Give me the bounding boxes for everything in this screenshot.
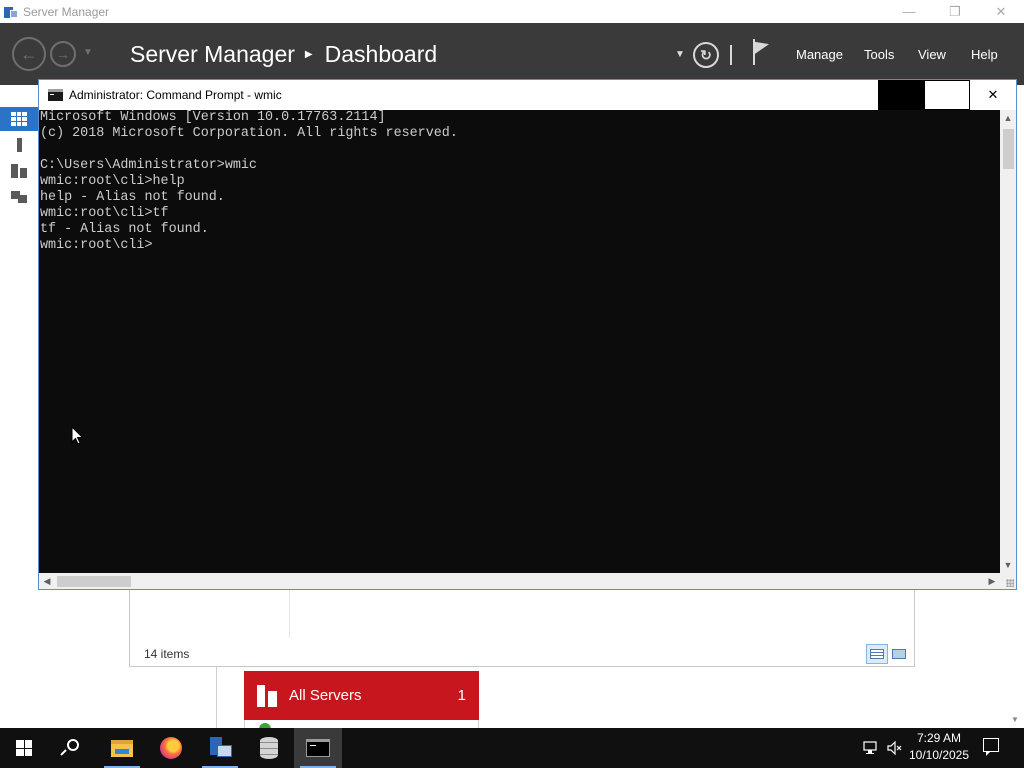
tile-count: 1 [457, 687, 466, 704]
cmd-maximize-button[interactable] [924, 80, 970, 110]
sidebar-item-all-servers[interactable] [0, 159, 38, 183]
scroll-right-icon[interactable]: ▶ [984, 573, 1000, 589]
details-view-button[interactable] [866, 644, 888, 664]
server-manager-title: Server Manager [23, 4, 110, 19]
command-prompt-icon [48, 89, 63, 101]
taskbar: 7:29 AM 10/10/2025 [0, 728, 1024, 768]
database-icon [260, 737, 278, 759]
search-icon [60, 739, 80, 757]
menu-manage[interactable]: Manage [796, 47, 843, 62]
forward-arrow-icon[interactable]: → [50, 41, 76, 67]
network-icon [863, 741, 877, 754]
items-count: 14 items [144, 647, 190, 661]
tile-view-icon [892, 649, 906, 659]
tile-view-button[interactable] [888, 644, 910, 664]
clock-date: 10/10/2025 [908, 748, 970, 762]
search-button[interactable] [48, 728, 96, 768]
sm-restore-button[interactable]: ❐ [932, 0, 978, 23]
action-center-icon[interactable] [983, 738, 999, 756]
sidebar-item-file-storage[interactable] [0, 184, 38, 208]
horizontal-scrollbar[interactable]: ◀ ▶ [39, 573, 1000, 589]
dashboard-grid-icon [11, 112, 27, 126]
menu-view[interactable]: View [918, 47, 946, 62]
notifications-flag-icon[interactable] [753, 38, 773, 65]
command-prompt-icon [306, 739, 330, 757]
server-manager-taskbar-button[interactable] [196, 728, 244, 768]
vertical-scrollbar[interactable]: ▲ ▼ [1000, 110, 1016, 573]
local-server-icon [16, 138, 22, 152]
minimize-icon [878, 80, 924, 110]
scroll-down-icon[interactable]: ▼ [1000, 557, 1016, 573]
cmd-minimize-button[interactable] [878, 80, 924, 110]
header-divider [730, 45, 732, 65]
breadcrumb-separator-icon: ▶ [304, 49, 313, 60]
resize-grip-icon[interactable] [1000, 573, 1016, 589]
horizontal-scroll-thumb[interactable] [57, 576, 131, 587]
scroll-up-icon[interactable]: ▲ [1000, 110, 1016, 126]
server-manager-titlebar: Server Manager — ❐ ✕ [0, 0, 1024, 23]
firefox-icon [160, 737, 182, 759]
servers-icon [257, 684, 277, 707]
cmd-close-button[interactable]: ✕ [970, 80, 1016, 110]
taskbar-clock[interactable]: 7:29 AM 10/10/2025 [906, 730, 972, 764]
command-prompt-window[interactable]: Administrator: Command Prompt - wmic ✕ M… [38, 79, 1017, 590]
sidebar-item-local-server[interactable] [0, 133, 38, 157]
volume-muted-icon [887, 741, 902, 755]
server-manager-sidebar [0, 85, 38, 730]
firefox-button[interactable] [147, 728, 195, 768]
start-button[interactable] [0, 728, 48, 768]
server-manager-app-icon [4, 5, 18, 19]
details-view-icon [870, 649, 884, 659]
sm-scroll-down-icon[interactable]: ▼ [1011, 715, 1019, 724]
services-panel: 14 items [129, 588, 915, 667]
maximize-icon [924, 80, 970, 110]
close-icon: ✕ [987, 87, 999, 102]
history-chevron-down-icon[interactable]: ▼ [83, 47, 93, 58]
command-prompt-taskbar-button[interactable] [294, 728, 342, 768]
tiles-divider [216, 667, 217, 729]
tile-label: All Servers [289, 687, 362, 704]
cmd-titlebar[interactable]: Administrator: Command Prompt - wmic ✕ [39, 80, 1016, 110]
menu-tools[interactable]: Tools [864, 47, 894, 62]
console-output[interactable]: Microsoft Windows [Version 10.0.17763.21… [39, 110, 1000, 573]
server-manager-header: ← → ▼ Server Manager ▶ Dashboard ▼ ↻ Man… [0, 23, 1024, 85]
breadcrumb: Server Manager ▶ Dashboard [130, 41, 437, 68]
back-arrow-icon[interactable]: ← [12, 37, 46, 71]
file-explorer-icon [111, 739, 133, 757]
server-manager-right-edge [1016, 85, 1024, 730]
all-servers-icon [11, 164, 27, 178]
sm-minimize-button[interactable]: — [886, 0, 932, 23]
cmd-window-title: Administrator: Command Prompt - wmic [69, 88, 282, 102]
file-storage-icon [11, 189, 27, 203]
all-servers-tile[interactable]: All Servers 1 [244, 671, 479, 720]
breadcrumb-app: Server Manager [130, 41, 295, 67]
database-taskbar-button[interactable] [245, 728, 293, 768]
scroll-left-icon[interactable]: ◀ [39, 573, 55, 589]
header-chevron-down-icon[interactable]: ▼ [675, 49, 685, 60]
start-icon [16, 740, 32, 756]
network-tray-button[interactable] [860, 728, 882, 768]
server-manager-icon [208, 737, 232, 759]
volume-tray-button[interactable] [884, 728, 906, 768]
refresh-icon[interactable]: ↻ [693, 42, 719, 68]
mouse-pointer-icon [71, 426, 84, 445]
menu-help[interactable]: Help [971, 47, 998, 62]
file-explorer-button[interactable] [98, 728, 146, 768]
console-text: Microsoft Windows [Version 10.0.17763.21… [40, 110, 458, 253]
sm-close-button[interactable]: ✕ [978, 0, 1024, 23]
breadcrumb-page: Dashboard [324, 41, 438, 67]
clock-time: 7:29 AM [916, 731, 962, 745]
sidebar-item-dashboard[interactable] [0, 107, 38, 131]
vertical-scroll-thumb[interactable] [1003, 129, 1014, 169]
